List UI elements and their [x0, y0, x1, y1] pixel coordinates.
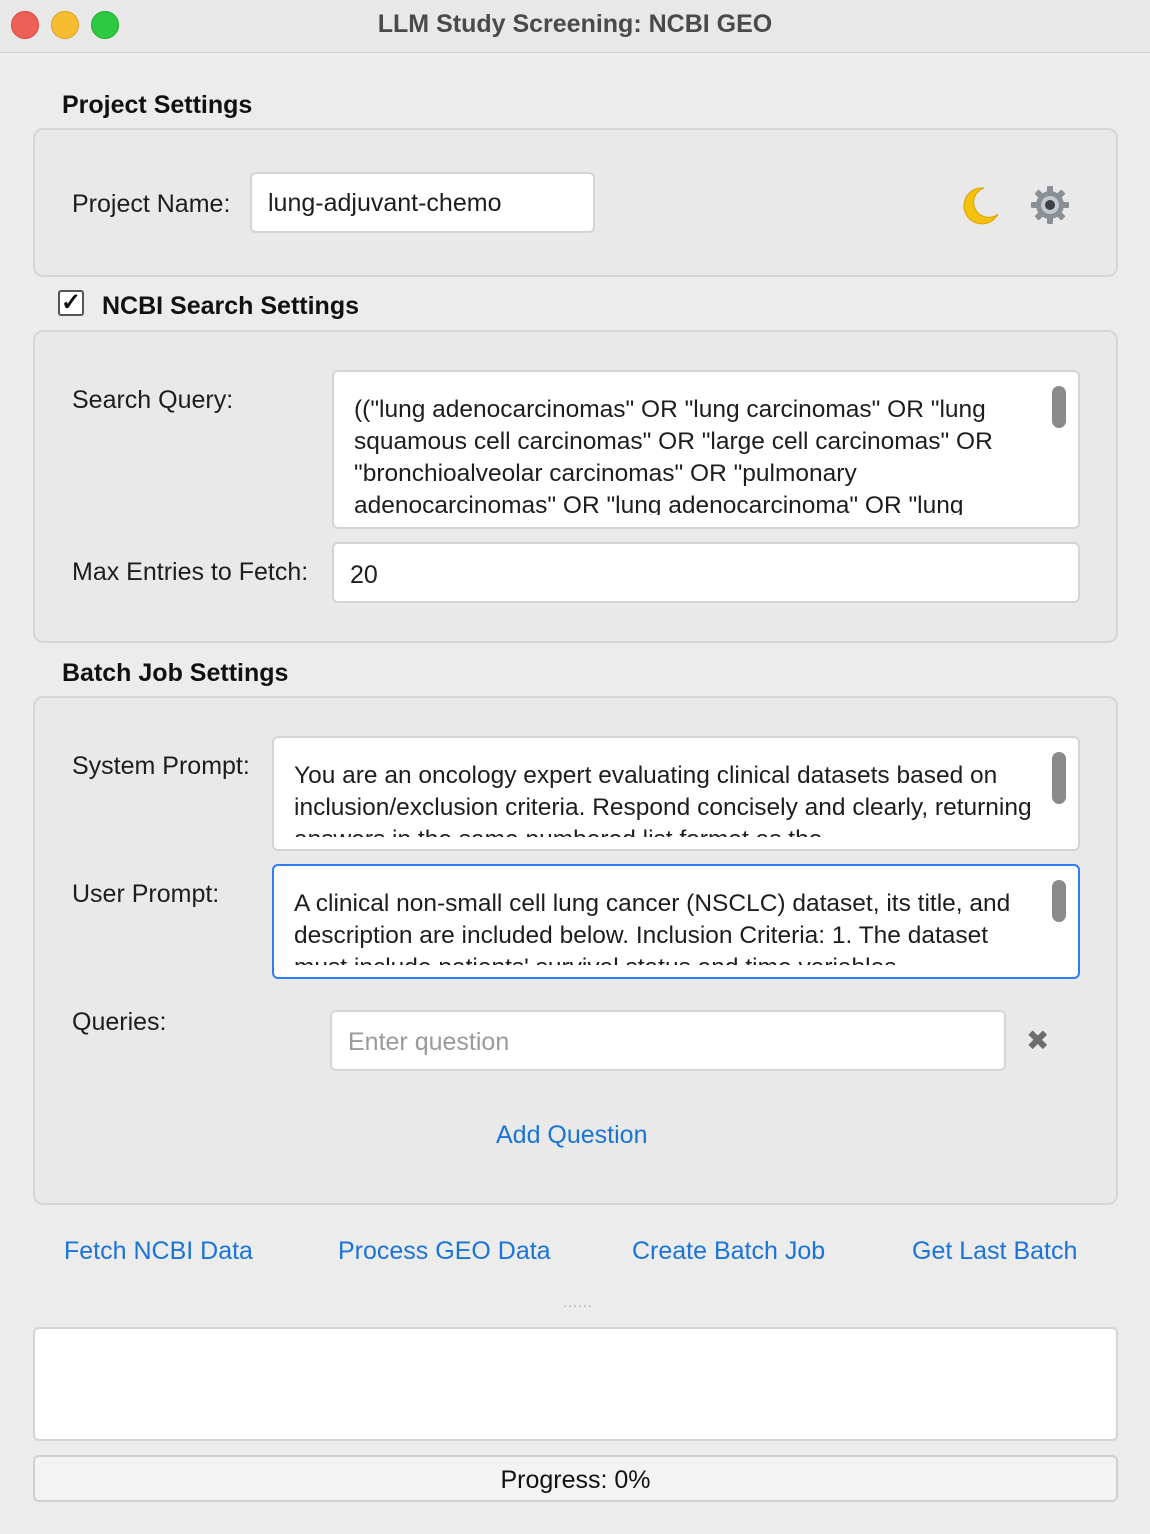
crescent-moon-icon[interactable] — [958, 184, 1002, 233]
max-entries-label: Max Entries to Fetch: — [72, 558, 309, 586]
queries-label: Queries: — [72, 1008, 167, 1036]
project-settings-title: Project Settings — [62, 91, 253, 119]
gear-icon[interactable] — [1029, 184, 1071, 231]
user-prompt-textarea[interactable]: A clinical non-small cell lung cancer (N… — [272, 864, 1080, 979]
get-last-batch-button[interactable]: Get Last Batch — [912, 1237, 1077, 1266]
add-question-button[interactable]: Add Question — [496, 1121, 648, 1150]
ncbi-search-settings-title: NCBI Search Settings — [102, 292, 360, 320]
user-prompt-label: User Prompt: — [72, 880, 220, 908]
project-name-value: lung-adjuvant-chemo — [268, 189, 502, 217]
user-prompt-scrollbar[interactable] — [1052, 880, 1066, 922]
progress-label: Progress: 0% — [500, 1466, 651, 1494]
title-bar: LLM Study Screening: NCBI GEO — [0, 0, 1150, 53]
search-query-textarea[interactable]: (("lung adenocarcinomas" OR "lung carcin… — [332, 370, 1080, 529]
progress-bar: Progress: 0% — [33, 1455, 1118, 1502]
system-prompt-label: System Prompt: — [72, 752, 250, 780]
project-name-input[interactable]: lung-adjuvant-chemo — [250, 172, 595, 233]
system-prompt-value: You are an oncology expert evaluating cl… — [294, 762, 1032, 837]
max-entries-input[interactable]: 20 — [332, 542, 1080, 603]
max-entries-value: 20 — [350, 561, 378, 589]
question-placeholder: Enter question — [348, 1028, 510, 1056]
splitter-handle[interactable]: ...... — [560, 1294, 596, 1310]
system-prompt-textarea[interactable]: You are an oncology expert evaluating cl… — [272, 736, 1080, 851]
window-title: LLM Study Screening: NCBI GEO — [377, 10, 773, 38]
search-query-scrollbar[interactable] — [1052, 386, 1066, 428]
batch-job-settings-title: Batch Job Settings — [62, 659, 289, 687]
search-query-label: Search Query: — [72, 386, 234, 414]
question-input[interactable]: Enter question — [330, 1010, 1006, 1071]
fetch-ncbi-data-button[interactable]: Fetch NCBI Data — [64, 1237, 253, 1266]
log-output[interactable] — [33, 1327, 1118, 1441]
system-prompt-scrollbar[interactable] — [1052, 752, 1066, 804]
project-name-label: Project Name: — [72, 190, 231, 218]
remove-question-icon[interactable]: ✖ — [1026, 1024, 1049, 1057]
process-geo-data-button[interactable]: Process GEO Data — [338, 1237, 551, 1266]
user-prompt-value: A clinical non-small cell lung cancer (N… — [294, 890, 1011, 965]
ncbi-search-checkbox[interactable]: ✓ — [58, 290, 84, 316]
create-batch-job-button[interactable]: Create Batch Job — [632, 1237, 825, 1266]
search-query-value: (("lung adenocarcinomas" OR "lung carcin… — [354, 396, 993, 515]
